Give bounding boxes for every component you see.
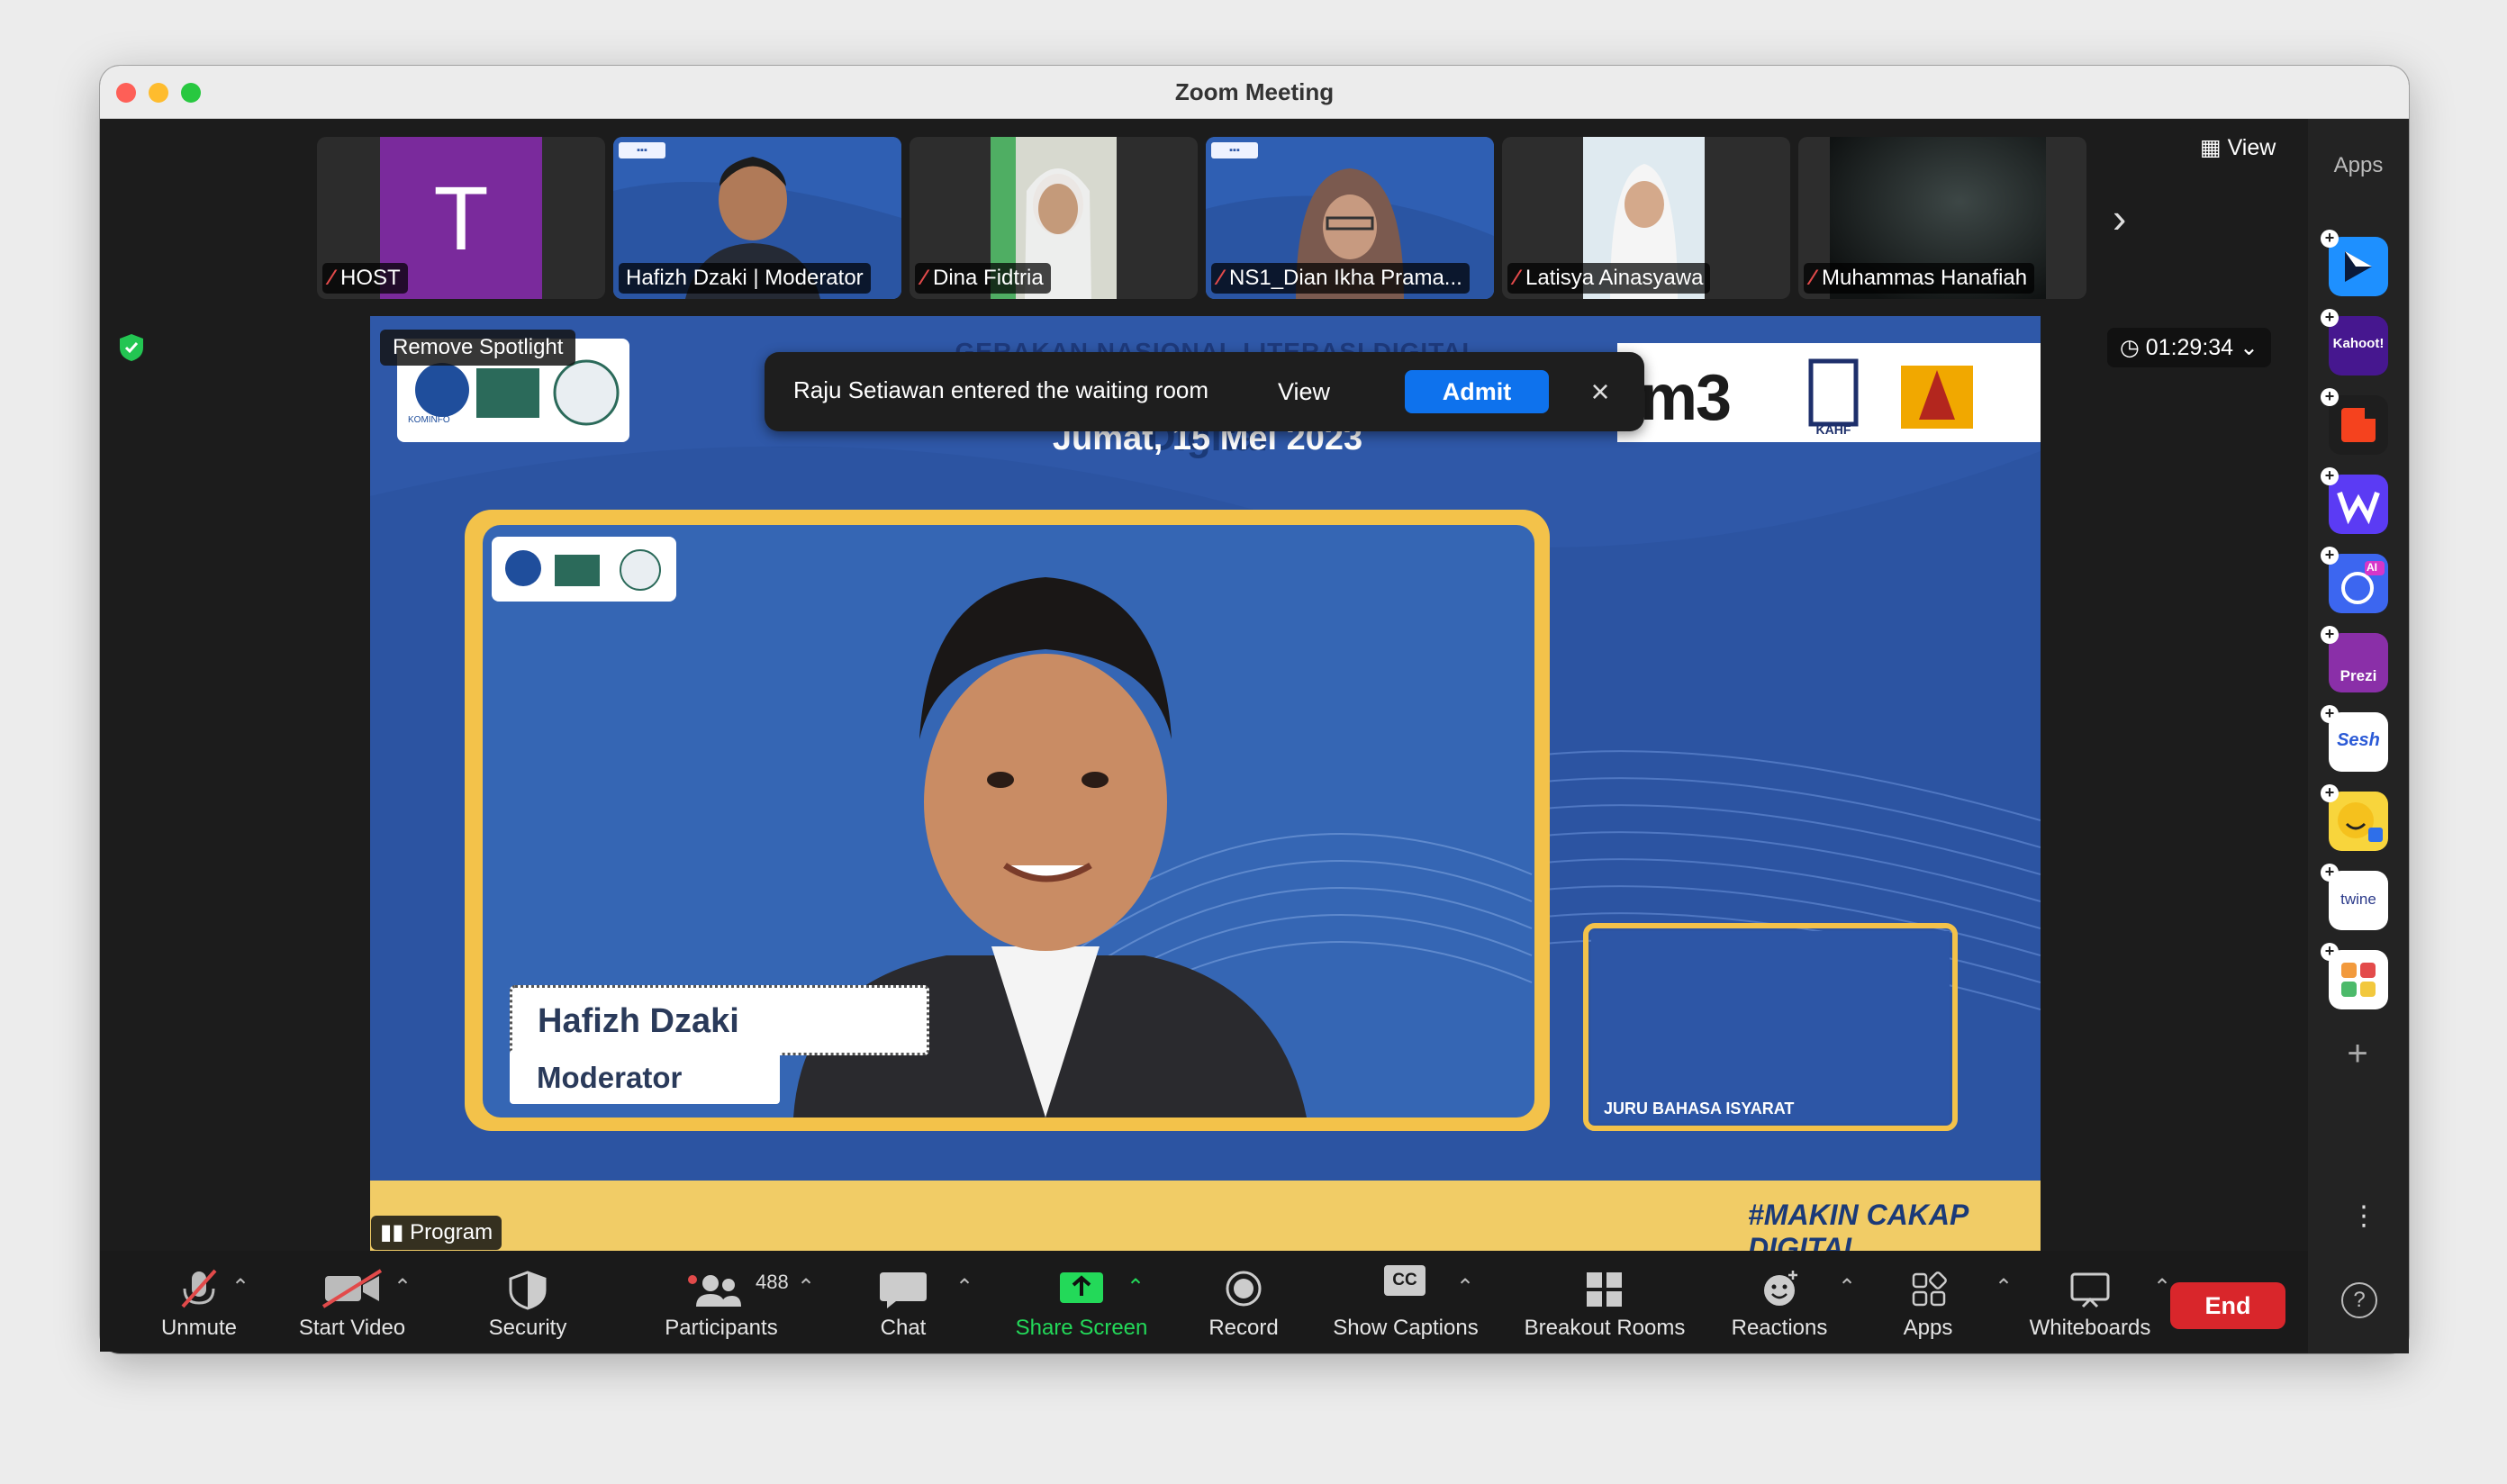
add-app-icon[interactable]: + — [2321, 943, 2339, 961]
app-wooclap-icon[interactable] — [2329, 475, 2388, 534]
avatar-initial: T — [433, 168, 489, 269]
interpreter-label: JURU BAHASA ISYARAT — [1604, 1099, 1795, 1118]
close-icon[interactable]: × — [1579, 370, 1622, 413]
participant-tile-muhammas[interactable]: ⁄ Muhammas Hanafiah — [1798, 137, 2086, 299]
mic-muted-icon: ⁄ — [1811, 266, 1815, 290]
waiting-room-notification: Raju Setiawan entered the waiting room V… — [765, 352, 1644, 431]
app-kahoot-icon[interactable]: Kahoot! — [2329, 316, 2388, 376]
clock-icon: ◷ — [2120, 335, 2146, 360]
start-video-button[interactable]: Start Video — [280, 1251, 424, 1352]
chevron-right-icon[interactable]: › — [2113, 194, 2126, 242]
participant-tile-dian[interactable]: ▪▪▪ ⁄ NS1_Dian Ikha Prama... — [1206, 137, 1494, 299]
chevron-up-icon[interactable]: ⌃ — [1838, 1274, 1856, 1300]
app-pitch-icon[interactable] — [2329, 237, 2388, 296]
add-app-icon[interactable]: + — [2321, 705, 2339, 723]
waiting-room-view-button[interactable]: View — [1246, 366, 1362, 417]
add-more-apps-icon[interactable]: + — [2340, 1036, 2376, 1072]
end-meeting-button[interactable]: End — [2170, 1282, 2285, 1329]
add-app-icon[interactable]: + — [2321, 230, 2339, 248]
whiteboards-button[interactable]: Whiteboards — [2009, 1251, 2171, 1352]
meeting-toolbar: Unmute ⌃ Start Video ⌃ Security 488 Part… — [100, 1251, 2308, 1352]
chevron-down-icon: ⌄ — [2233, 335, 2258, 360]
spotlight-video: GERAKAN NASIONAL LITERASI DIGITAL 2023 P… — [370, 316, 2041, 1253]
title-bar: Zoom Meeting — [100, 66, 2409, 119]
sponsor-badge: ▪▪▪ — [1211, 142, 1258, 158]
app-blocks-icon[interactable] — [2329, 950, 2388, 1009]
add-app-icon[interactable]: + — [2321, 309, 2339, 327]
apps-button[interactable]: Apps — [1865, 1251, 1991, 1352]
add-app-icon[interactable]: + — [2321, 467, 2339, 485]
participants-count: 488 — [756, 1271, 789, 1293]
unmute-button[interactable]: Unmute — [136, 1251, 262, 1352]
participant-name-label: Hafizh Dzaki | Moderator — [619, 263, 871, 294]
speaker-name-card: Hafizh Dzaki — [510, 985, 929, 1055]
participant-name-label: ⁄ NS1_Dian Ikha Prama... — [1211, 263, 1470, 294]
app-sesh-icon[interactable]: Sesh — [2329, 712, 2388, 772]
sponsor-badge: ▪▪▪ — [619, 142, 665, 158]
security-button[interactable]: Security — [460, 1251, 595, 1352]
participant-name-label: ⁄ Latisya Ainasyawa — [1507, 263, 1711, 294]
add-app-icon[interactable]: + — [2321, 547, 2339, 565]
more-options-icon[interactable]: ⋮ — [2350, 1203, 2377, 1230]
chevron-up-icon[interactable]: ⌃ — [797, 1274, 815, 1300]
breakout-rooms-button[interactable]: Breakout Rooms — [1501, 1251, 1708, 1352]
share-screen-button[interactable]: Share Screen — [991, 1251, 1172, 1352]
participant-tile-host[interactable]: T ⁄ HOST — [317, 137, 605, 299]
mic-muted-icon: ⁄ — [1515, 266, 1519, 290]
grid-icon: ▦ — [2200, 135, 2228, 160]
chevron-up-icon[interactable]: ⌃ — [394, 1274, 412, 1300]
mic-muted-icon: ⁄ — [1218, 266, 1223, 290]
breakout-rooms-icon — [1587, 1272, 1622, 1307]
apps-icon — [1912, 1271, 1947, 1307]
record-icon — [1226, 1271, 1262, 1307]
show-captions-button[interactable]: CC Show Captions — [1316, 1251, 1496, 1352]
participant-tile-latisya[interactable]: ⁄ Latisya Ainasyawa — [1502, 137, 1790, 299]
whiteboard-icon — [2070, 1272, 2110, 1308]
participant-tile-dina[interactable]: ⁄ Dina Fidtria — [910, 137, 1198, 299]
smiley-icon — [1764, 1271, 1797, 1306]
shield-icon — [509, 1271, 547, 1310]
apps-panel-title: Apps — [2333, 153, 2384, 177]
kahf-logo: KAHF — [1815, 422, 1851, 437]
participant-name-label: ⁄ Muhammas Hanafiah — [1804, 263, 2035, 294]
app-twine-icon[interactable]: twine — [2329, 871, 2388, 930]
app-emoji-icon[interactable] — [2329, 792, 2388, 851]
participant-name-label: ⁄ HOST — [322, 263, 408, 294]
mic-muted-icon: ⁄ — [922, 266, 927, 290]
chat-icon — [880, 1272, 927, 1308]
app-orange-icon[interactable] — [2329, 395, 2388, 455]
kominfo-logo-text: KOMINFO — [408, 415, 450, 425]
remove-spotlight-button[interactable]: Remove Spotlight — [380, 330, 576, 366]
add-app-icon[interactable]: + — [2321, 388, 2339, 406]
participant-tile-moderator[interactable]: ▪▪▪ Hafizh Dzaki | Moderator — [613, 137, 901, 299]
chevron-up-icon[interactable]: ⌃ — [1127, 1274, 1145, 1300]
app-prezi-icon[interactable]: Prezi — [2329, 633, 2388, 692]
help-icon[interactable]: ? — [2341, 1282, 2377, 1318]
app-ai-assistant-icon[interactable]: AI — [2329, 554, 2388, 613]
add-app-icon[interactable]: + — [2321, 784, 2339, 802]
meeting-timer[interactable]: ◷ 01:29:34 ⌄ — [2107, 328, 2271, 367]
waiting-room-message: Raju Setiawan entered the waiting room — [793, 376, 1209, 403]
program-badge: ▮▮ Program — [371, 1216, 502, 1250]
add-app-icon[interactable]: + — [2321, 626, 2339, 644]
admit-button[interactable]: Admit — [1405, 370, 1549, 413]
record-button[interactable]: Record — [1181, 1251, 1307, 1352]
speaker-role-card: Moderator — [510, 1050, 780, 1104]
chevron-up-icon[interactable]: ⌃ — [955, 1274, 973, 1300]
captions-icon: CC — [1384, 1265, 1425, 1296]
mic-muted-icon: ⁄ — [330, 266, 334, 290]
slide-hashtag: #MAKIN CAKAP DIGITAL — [1748, 1199, 1968, 1253]
view-button[interactable]: ▦ View — [2187, 128, 2289, 167]
reactions-button[interactable]: Reactions — [1712, 1251, 1847, 1352]
signal-icon: ▮▮ — [380, 1220, 411, 1244]
participants-button[interactable]: 488 Participants — [640, 1251, 802, 1352]
add-app-icon[interactable]: + — [2321, 864, 2339, 882]
chevron-up-icon[interactable]: ⌃ — [231, 1274, 249, 1300]
encryption-shield-icon[interactable] — [118, 333, 145, 362]
window-title: Zoom Meeting — [1174, 78, 1335, 105]
participant-name-label: ⁄ Dina Fidtria — [915, 263, 1051, 294]
chat-button[interactable]: Chat — [840, 1251, 966, 1352]
chevron-up-icon[interactable]: ⌃ — [2153, 1274, 2171, 1300]
chevron-up-icon[interactable]: ⌃ — [1456, 1274, 1474, 1300]
